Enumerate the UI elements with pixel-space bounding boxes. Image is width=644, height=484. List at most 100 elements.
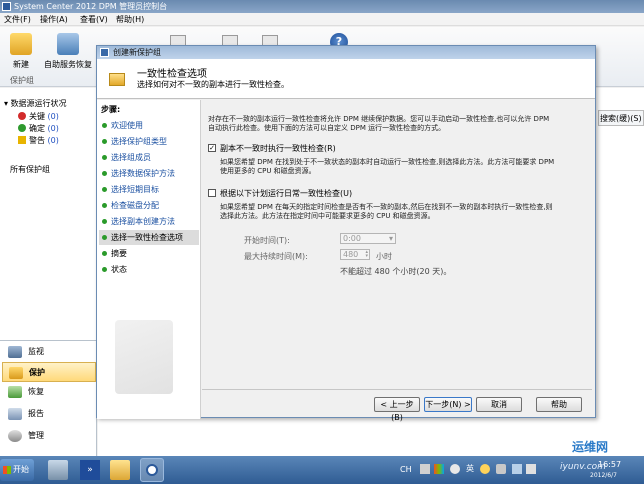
auto-recovery-button[interactable]: 自助服务恢复 xyxy=(40,33,96,70)
option-daily-check-checkbox[interactable] xyxy=(208,189,216,197)
step-summary-label: 摘要 xyxy=(111,249,127,258)
nav-reporting-label: 报告 xyxy=(28,409,44,418)
all-protection-groups[interactable]: 所有保护组 xyxy=(10,164,50,175)
step-protection-method[interactable]: 选择数据保护方法 xyxy=(99,166,199,181)
explorer-icon[interactable] xyxy=(110,460,130,480)
server-manager-icon[interactable] xyxy=(48,460,68,480)
ok-icon xyxy=(18,124,26,132)
menu-action[interactable]: 操作(A) xyxy=(40,14,68,25)
warning-count: (0) xyxy=(47,136,59,145)
menu-bar: 文件(F) 操作(A) 查看(V) 帮助(H) xyxy=(0,13,644,26)
start-time-dropdown[interactable]: 0:00 ▾ xyxy=(340,233,396,244)
dpm-console-taskbar-button[interactable] xyxy=(140,458,164,482)
step-protection-method-label: 选择数据保护方法 xyxy=(111,169,175,178)
nav-monitoring[interactable]: 监视 xyxy=(2,342,96,362)
nav-divider xyxy=(0,340,96,341)
step-group-type[interactable]: 选择保护组类型 xyxy=(99,134,199,149)
ribbon-group-label: 保护组 xyxy=(10,76,34,85)
status-tree-header[interactable]: ▾ 数据源运行状况 xyxy=(4,98,67,109)
tray-help-icon[interactable] xyxy=(450,464,460,474)
menu-help[interactable]: 帮助(H) xyxy=(116,14,144,25)
step-disk-allocation-label: 检查磁盘分配 xyxy=(111,201,159,210)
step-group-type-indicator xyxy=(102,139,107,144)
status-ok[interactable]: 确定 (0) xyxy=(18,123,59,134)
step-short-term-goals-label: 选择短期目标 xyxy=(111,185,159,194)
step-status-label: 状态 xyxy=(111,265,127,274)
windows-logo-icon xyxy=(3,466,11,474)
option-replica-inconsistent-label[interactable]: 副本不一致时执行一致性检查(R) xyxy=(220,143,336,154)
step-summary[interactable]: 摘要 xyxy=(99,246,199,261)
ok-label: 确定 xyxy=(29,124,45,133)
status-warning[interactable]: 警告 (0) xyxy=(18,135,59,146)
monitoring-icon xyxy=(8,346,22,358)
max-duration-limit-note: 不能超过 480 个小时(20 天)。 xyxy=(340,267,452,276)
intro-line-2: 自动执行此检查。使用下面的方法可以自定义 DPM 运行一致性检查的方式。 xyxy=(208,124,446,132)
dialog-title-bar: 创建新保护组 xyxy=(97,46,595,59)
warning-label: 警告 xyxy=(29,136,45,145)
tray-network-icon[interactable] xyxy=(512,464,522,474)
steps-header: 步骤: xyxy=(101,105,121,114)
dpm-icon xyxy=(146,464,158,476)
new-button[interactable]: 新建 xyxy=(6,33,36,70)
menu-view[interactable]: 查看(V) xyxy=(80,14,108,25)
step-short-term-goals[interactable]: 选择短期目标 xyxy=(99,182,199,197)
dialog-heading: 一致性检查选项 xyxy=(137,69,207,80)
tray-volume-icon[interactable] xyxy=(526,464,536,474)
new-button-label: 新建 xyxy=(13,60,29,69)
language-indicator[interactable]: CH xyxy=(400,465,412,474)
option-daily-check-label[interactable]: 根据以下计划运行日常一致性检查(U) xyxy=(220,188,352,199)
next-button[interactable]: 下一步(N) > xyxy=(424,397,472,412)
spinner-arrows-icon[interactable]: ▴ ▾ xyxy=(365,250,368,259)
step-replica-creation[interactable]: 选择副本创建方法 xyxy=(99,214,199,229)
nav-recovery-label: 恢复 xyxy=(28,387,44,396)
tray-mode-icon[interactable]: 英 xyxy=(466,463,474,474)
nav-reporting[interactable]: 报告 xyxy=(2,404,96,424)
menu-file[interactable]: 文件(F) xyxy=(4,14,31,25)
tray-app-icon[interactable] xyxy=(420,464,430,474)
start-label: 开始 xyxy=(13,465,29,474)
option-replica-inconsistent-checkbox[interactable]: ✓ xyxy=(208,144,216,152)
window-title: System Center 2012 DPM 管理员控制台 xyxy=(14,2,168,11)
start-button[interactable]: 开始 xyxy=(0,459,34,481)
tray-moon-icon[interactable] xyxy=(480,464,490,474)
tray-color-icon[interactable] xyxy=(434,464,444,474)
management-icon xyxy=(8,430,22,442)
step-group-members[interactable]: 选择组成员 xyxy=(99,150,199,165)
nav-management[interactable]: 管理 xyxy=(2,426,96,446)
critical-label: 关键 xyxy=(29,112,45,121)
help-button[interactable]: 帮助 xyxy=(536,397,582,412)
navigation-pane: ▾ 数据源运行状况 关键 (0) 确定 (0) 警告 (0) 所有保护组 监视 … xyxy=(0,88,97,456)
search-column-label[interactable]: 搜索(缓)(S) xyxy=(600,113,644,124)
step-group-type-label: 选择保护组类型 xyxy=(111,137,167,146)
ok-count: (0) xyxy=(47,124,59,133)
title-bar: System Center 2012 DPM 管理员控制台 xyxy=(0,0,644,13)
step-status[interactable]: 状态 xyxy=(99,262,199,277)
step-consistency-check-label: 选择一致性检查选项 xyxy=(111,233,183,242)
step-group-members-indicator xyxy=(102,155,107,160)
app-icon xyxy=(2,2,11,11)
tray-settings-icon[interactable] xyxy=(496,464,506,474)
step-consistency-check-indicator xyxy=(102,235,107,240)
critical-icon xyxy=(18,112,26,120)
nav-monitoring-label: 监视 xyxy=(28,347,44,356)
dialog-title: 创建新保护组 xyxy=(113,48,161,57)
cancel-button[interactable]: 取消 xyxy=(476,397,522,412)
powershell-icon[interactable]: » xyxy=(80,460,100,480)
max-duration-value: 480 xyxy=(343,250,359,259)
critical-count: (0) xyxy=(47,112,59,121)
nav-protection[interactable]: 保护 xyxy=(2,362,96,382)
max-duration-stepper[interactable]: 480 ▴ ▾ xyxy=(340,249,370,260)
nav-management-label: 管理 xyxy=(28,431,44,440)
watermark-text: 运维网 xyxy=(572,440,609,454)
recovery-icon xyxy=(8,386,22,398)
back-button[interactable]: < 上一步(B) xyxy=(374,397,420,422)
step-status-indicator xyxy=(102,267,107,272)
status-critical[interactable]: 关键 (0) xyxy=(18,111,59,122)
nav-protection-label: 保护 xyxy=(29,368,45,377)
step-welcome[interactable]: 欢迎使用 xyxy=(99,118,199,133)
warning-icon xyxy=(18,136,26,144)
step-disk-allocation[interactable]: 检查磁盘分配 xyxy=(99,198,199,213)
step-consistency-check[interactable]: 选择一致性检查选项 xyxy=(99,230,199,245)
nav-recovery[interactable]: 恢复 xyxy=(2,382,96,402)
dialog-subheading: 选择如何对不一致的副本进行一致性检查。 xyxy=(137,80,289,89)
